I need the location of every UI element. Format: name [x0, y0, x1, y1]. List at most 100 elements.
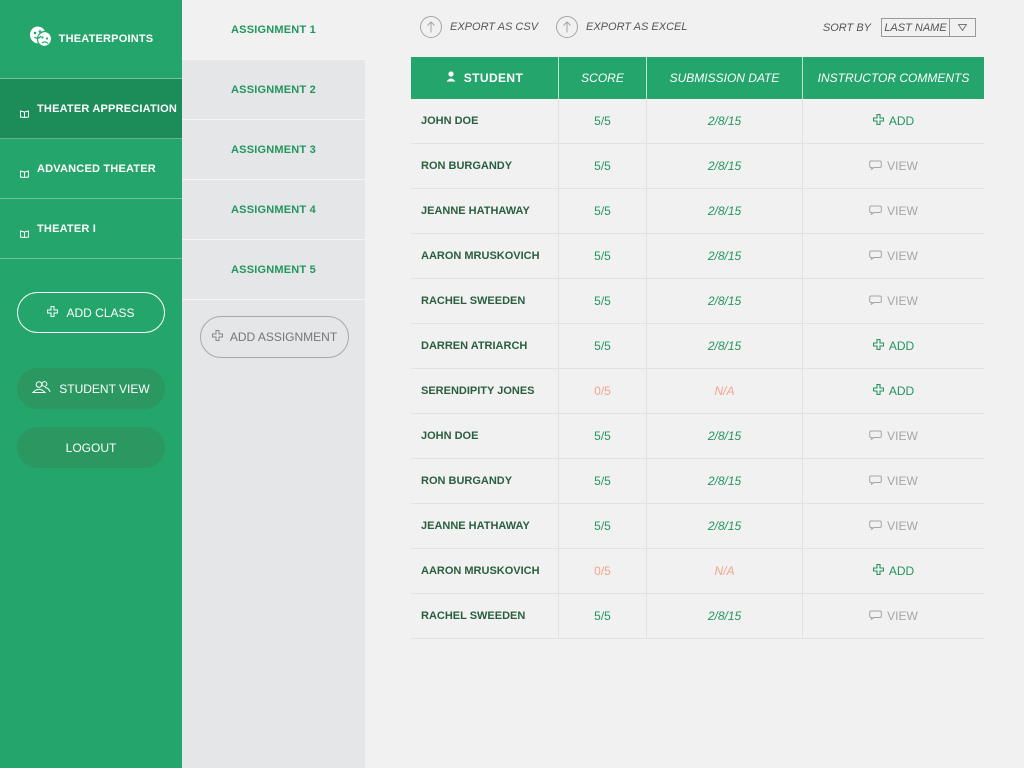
export-excel-label: EXPORT AS EXCEL: [586, 21, 688, 33]
comment-label: ADD: [888, 114, 915, 128]
table-row[interactable]: AARON MRUSKOVICH 5/5 2/8/15 VIEW: [411, 234, 984, 279]
header-score[interactable]: SCORE: [559, 57, 647, 99]
cell-score: 5/5: [559, 234, 647, 278]
view-comment-button[interactable]: VIEW: [869, 159, 918, 173]
table-row[interactable]: JEANNE HATHAWAY 5/5 2/8/15 VIEW: [411, 189, 984, 234]
add-class-button[interactable]: ADD CLASS: [17, 292, 165, 333]
add-comment-button[interactable]: ADD: [872, 338, 915, 353]
score-value: 5/5: [594, 339, 611, 353]
table-row[interactable]: RACHEL SWEEDEN 5/5 2/8/15 VIEW: [411, 594, 984, 639]
table-row[interactable]: JEANNE HATHAWAY 5/5 2/8/15 VIEW: [411, 504, 984, 549]
cell-score: 0/5: [559, 549, 647, 593]
student-name: RACHEL SWEEDEN: [421, 610, 526, 622]
table-row[interactable]: JOHN DOE 5/5 2/8/15 VIEW: [411, 414, 984, 459]
table-row[interactable]: RON BURGANDY 5/5 2/8/15 VIEW: [411, 144, 984, 189]
class-item-theater-i[interactable]: THEATER I: [0, 199, 182, 259]
add-class-label: ADD CLASS: [66, 305, 135, 320]
score-value: 5/5: [594, 519, 611, 533]
view-comment-button[interactable]: VIEW: [869, 609, 918, 623]
table-row[interactable]: SERENDIPITY JONES 0/5 N/A ADD: [411, 369, 984, 414]
add-comment-button[interactable]: ADD: [872, 563, 915, 578]
view-comment-button[interactable]: VIEW: [869, 204, 918, 218]
brand[interactable]: THEATERPOINTS: [0, 0, 182, 78]
submission-date: N/A: [714, 564, 735, 578]
table-row[interactable]: RON BURGANDY 5/5 2/8/15 VIEW: [411, 459, 984, 504]
student-name: JOHN DOE: [421, 430, 479, 442]
add-comment-button[interactable]: ADD: [872, 113, 915, 128]
table-row[interactable]: JOHN DOE 5/5 2/8/15 ADD: [411, 99, 984, 144]
class-label: ADVANCED THEATER: [37, 162, 156, 175]
comment-label: ADD: [888, 339, 915, 353]
score-value: 0/5: [594, 564, 611, 578]
cell-comment: ADD: [803, 99, 984, 143]
view-comment-button[interactable]: VIEW: [869, 429, 918, 443]
table-row[interactable]: DARREN ATRIARCH 5/5 2/8/15 ADD: [411, 324, 984, 369]
cell-date: 2/8/15: [647, 324, 803, 368]
cell-student: AARON MRUSKOVICH: [411, 234, 559, 278]
student-view-button[interactable]: STUDENT VIEW: [17, 368, 165, 409]
cell-student: JOHN DOE: [411, 99, 559, 143]
triangle-down-icon[interactable]: [949, 19, 975, 36]
table-row[interactable]: RACHEL SWEEDEN 5/5 2/8/15 VIEW: [411, 279, 984, 324]
plus-icon: [211, 330, 223, 344]
cell-date: 2/8/15: [647, 459, 803, 503]
sort-select[interactable]: LAST NAME: [881, 18, 976, 37]
score-value: 5/5: [594, 249, 611, 263]
table-body: JOHN DOE 5/5 2/8/15 ADD RON BURGANDY 5/5 2/8/1…: [411, 99, 984, 639]
add-comment-button[interactable]: ADD: [872, 383, 914, 398]
assignment-label: ASSIGNMENT 3: [231, 143, 316, 156]
submission-date: 2/8/15: [707, 474, 742, 488]
header-comments-label: INSTRUCTOR COMMENTS: [817, 71, 970, 85]
comment-label: VIEW: [887, 519, 918, 533]
book-icon: [20, 105, 29, 118]
score-value: 5/5: [594, 474, 611, 488]
speech-bubble-icon: [869, 249, 882, 263]
add-assignment-button[interactable]: ADD ASSIGNMENT: [200, 316, 349, 358]
export-excel-button[interactable]: EXPORT AS EXCEL: [556, 16, 687, 38]
assignment-item-5[interactable]: ASSIGNMENT 5: [182, 240, 365, 300]
assignment-item-1[interactable]: ASSIGNMENT 1: [182, 0, 365, 60]
header-submission-date[interactable]: SUBMISSION DATE: [647, 57, 803, 99]
assignment-item-3[interactable]: ASSIGNMENT 3: [182, 120, 365, 180]
class-item-advanced-theater[interactable]: ADVANCED THEATER: [0, 139, 182, 199]
cell-score: 0/5: [559, 369, 647, 413]
cell-date: 2/8/15: [647, 594, 803, 638]
plus-icon: [47, 305, 59, 320]
logout-label: LOGOUT: [65, 440, 117, 455]
comment-label: VIEW: [887, 474, 918, 488]
table-row[interactable]: AARON MRUSKOVICH 0/5 N/A ADD: [411, 549, 984, 594]
class-item-theater-appreciation[interactable]: THEATER APPRECIATION: [0, 79, 182, 139]
view-comment-button[interactable]: VIEW: [869, 294, 918, 308]
speech-bubble-icon: [869, 204, 882, 218]
submission-date: 2/8/15: [707, 339, 742, 353]
comment-label: VIEW: [887, 294, 918, 308]
export-csv-label: EXPORT AS CSV: [450, 21, 539, 33]
cell-comment: VIEW: [803, 594, 984, 638]
assignment-label: ASSIGNMENT 5: [231, 263, 316, 276]
view-comment-button[interactable]: VIEW: [869, 474, 918, 488]
cell-comment: VIEW: [803, 414, 984, 458]
speech-bubble-icon: [869, 609, 882, 623]
view-comment-button[interactable]: VIEW: [869, 249, 918, 263]
header-instructor-comments[interactable]: INSTRUCTOR COMMENTS: [803, 57, 984, 99]
cell-student: RACHEL SWEEDEN: [411, 279, 559, 323]
student-name: DARREN ATRIARCH: [421, 340, 528, 352]
assignment-item-2[interactable]: ASSIGNMENT 2: [182, 60, 365, 120]
cell-date: 2/8/15: [647, 234, 803, 278]
cell-score: 5/5: [559, 189, 647, 233]
student-view-label: STUDENT VIEW: [59, 381, 150, 396]
comment-label: VIEW: [887, 249, 918, 263]
cell-comment: ADD: [803, 324, 984, 368]
cell-score: 5/5: [559, 414, 647, 458]
cell-student: RACHEL SWEEDEN: [411, 594, 559, 638]
user-icon: [446, 71, 456, 85]
view-comment-button[interactable]: VIEW: [869, 519, 918, 533]
comment-label: ADD: [888, 564, 915, 578]
cell-student: RON BURGANDY: [411, 459, 559, 503]
header-student[interactable]: STUDENT: [411, 57, 559, 99]
export-csv-button[interactable]: EXPORT AS CSV: [420, 16, 538, 38]
logout-button[interactable]: LOGOUT: [17, 427, 165, 468]
book-icon: [20, 165, 29, 178]
assignment-item-4[interactable]: ASSIGNMENT 4: [182, 180, 365, 240]
cell-comment: VIEW: [803, 189, 984, 233]
